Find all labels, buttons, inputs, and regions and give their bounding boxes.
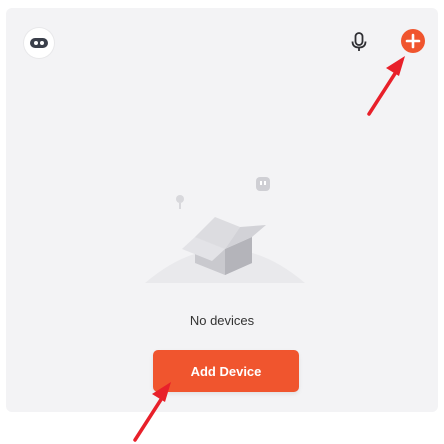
empty-illustration bbox=[140, 165, 310, 305]
user-avatar[interactable] bbox=[24, 28, 54, 58]
screen: No devices Add Device bbox=[0, 0, 444, 444]
empty-state-message: No devices bbox=[189, 313, 255, 328]
voice-button[interactable] bbox=[345, 28, 373, 56]
add-device-button[interactable]: Add Device bbox=[153, 350, 299, 392]
microphone-icon bbox=[351, 32, 367, 51]
plus-circle-icon bbox=[401, 29, 425, 53]
empty-box-icon bbox=[145, 177, 305, 283]
add-button[interactable] bbox=[399, 27, 427, 55]
robot-avatar-icon bbox=[30, 38, 48, 48]
